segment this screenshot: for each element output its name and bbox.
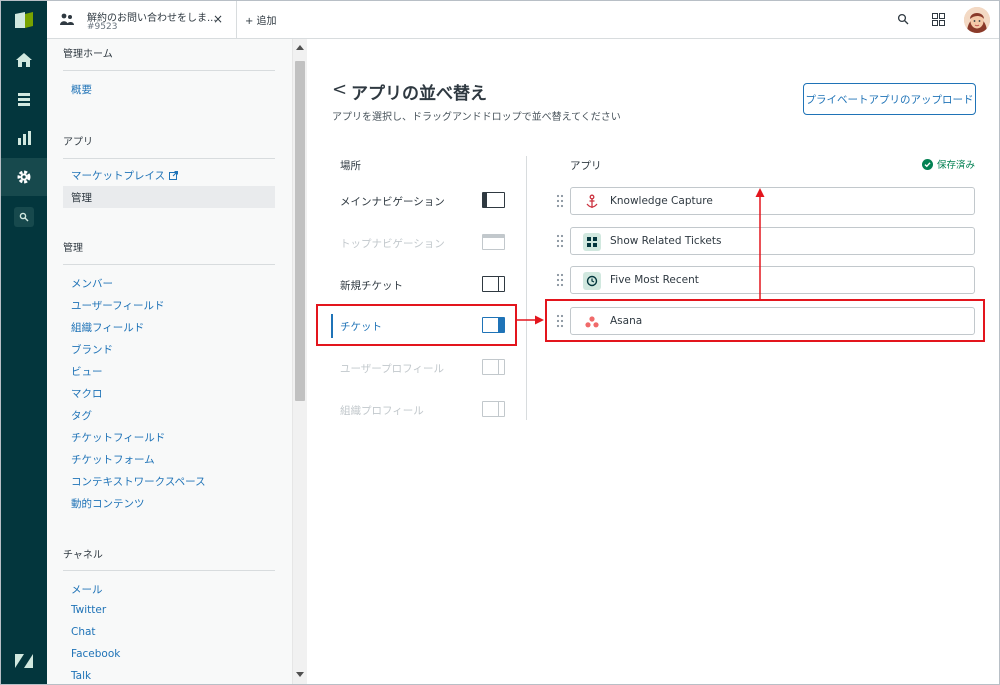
annotation-arrows [517, 188, 765, 325]
